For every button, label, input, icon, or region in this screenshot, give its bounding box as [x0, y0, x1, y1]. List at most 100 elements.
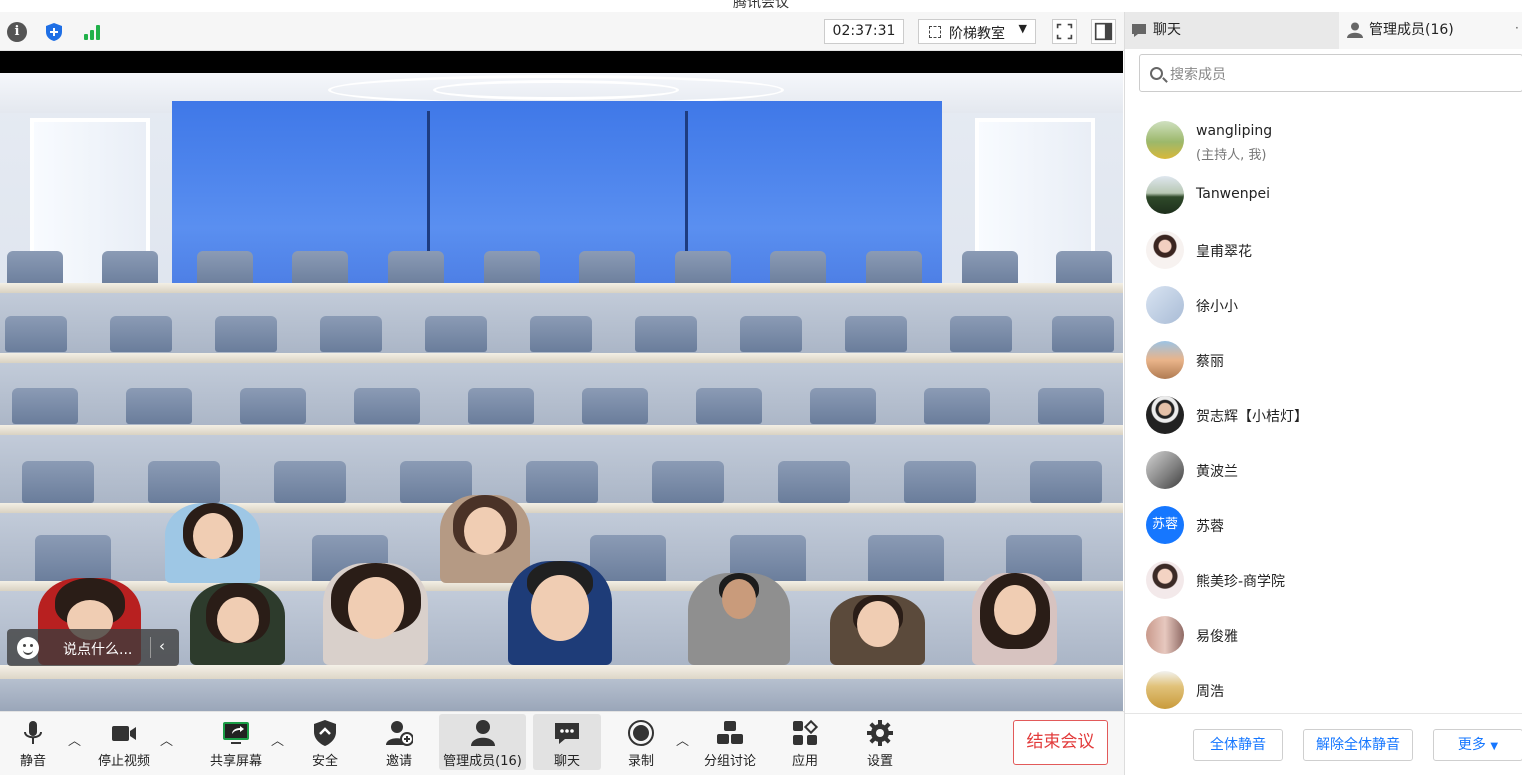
member-name: 贺志辉【小桔灯】	[1196, 409, 1308, 425]
collapse-chevron-icon[interactable]: ‹	[159, 637, 165, 655]
share-screen-icon	[223, 722, 249, 744]
record-icon	[628, 720, 654, 746]
tab-chat-label: 聊天	[1153, 22, 1181, 38]
member-item[interactable]: 皇甫翠花	[1125, 224, 1522, 279]
member-search-placeholder: 搜索成员	[1170, 67, 1226, 83]
caret-down-icon: ▼	[1490, 741, 1499, 752]
more-button[interactable]: 更多 ▼	[1433, 729, 1522, 761]
apps-label: 应用	[791, 754, 818, 769]
member-name: 蔡丽	[1196, 354, 1224, 370]
member-name: 苏蓉	[1196, 519, 1224, 535]
avatar	[1146, 286, 1184, 324]
record-label: 录制	[627, 754, 654, 769]
gear-icon	[867, 720, 893, 746]
top-toolbar: i 02:37:31 阶梯教室 ▼	[0, 12, 1124, 51]
member-item[interactable]: 周浩	[1125, 664, 1522, 719]
apps-icon	[793, 719, 819, 745]
participant-video	[830, 595, 925, 665]
unmute-all-button[interactable]: 解除全体静音	[1303, 729, 1413, 761]
stop-video-button[interactable]: 停止视频	[92, 714, 156, 770]
apps-button[interactable]: 应用	[780, 714, 830, 770]
search-icon	[1150, 67, 1163, 80]
panel-tabs: 聊天 管理成员(16) ·	[1125, 12, 1522, 49]
invite-button[interactable]: 邀请	[374, 714, 424, 770]
breakout-rooms-button[interactable]: 分组讨论	[698, 714, 762, 770]
participant-video	[688, 573, 790, 665]
member-item[interactable]: 徐小小	[1125, 279, 1522, 334]
avatar	[1146, 616, 1184, 654]
mute-button[interactable]: 静音	[8, 714, 58, 770]
member-item[interactable]: 熊美珍-商学院	[1125, 554, 1522, 609]
shield-icon	[314, 720, 336, 746]
end-meeting-button[interactable]: 结束会议	[1013, 720, 1108, 765]
avatar	[1146, 341, 1184, 379]
members-icon	[470, 720, 495, 746]
network-signal-icon[interactable]	[82, 22, 102, 42]
share-screen-button[interactable]: 共享屏幕	[204, 714, 268, 770]
member-name: wangliping	[1196, 123, 1273, 139]
scene-icon	[929, 26, 941, 38]
fullscreen-icon[interactable]	[1052, 19, 1077, 44]
scene-selector[interactable]: 阶梯教室 ▼	[918, 19, 1036, 44]
more-options-icon[interactable]: ·	[1515, 10, 1519, 47]
share-options-caret-icon[interactable]: ︿	[271, 730, 284, 749]
participant-video	[440, 495, 530, 583]
record-options-caret-icon[interactable]: ︿	[676, 730, 689, 749]
chevron-down-icon: ▼	[1018, 22, 1027, 35]
participant-video	[323, 563, 428, 665]
participant-video	[190, 583, 285, 665]
participant-video	[508, 561, 612, 665]
sidebar-toggle-icon[interactable]	[1091, 19, 1116, 44]
breakout-label: 分组讨论	[703, 754, 756, 769]
member-item[interactable]: 苏蓉 苏蓉	[1125, 499, 1522, 554]
quick-chat-input[interactable]: 说点什么... ‹	[7, 629, 179, 666]
breakout-grid-icon	[717, 721, 743, 744]
member-search-input[interactable]: 搜索成员	[1139, 54, 1522, 92]
member-name: 周浩	[1196, 684, 1224, 700]
share-screen-label: 共享屏幕	[209, 754, 262, 769]
avatar	[1146, 451, 1184, 489]
member-name: 熊美珍-商学院	[1196, 574, 1286, 590]
video-options-caret-icon[interactable]: ︿	[160, 730, 173, 749]
member-item[interactable]: 贺志辉【小桔灯】	[1125, 389, 1522, 444]
record-button[interactable]: 录制	[616, 714, 666, 770]
avatar	[1146, 396, 1184, 434]
invite-label: 邀请	[385, 754, 412, 769]
stop-video-label: 停止视频	[97, 754, 150, 769]
manage-members-button[interactable]: 管理成员(16)	[439, 714, 526, 770]
member-item[interactable]: 黄波兰	[1125, 444, 1522, 499]
video-camera-icon	[112, 726, 136, 741]
member-item[interactable]: 蔡丽	[1125, 334, 1522, 389]
virtual-lecture-hall-background	[0, 73, 1123, 711]
chat-button[interactable]: 聊天	[533, 714, 601, 770]
member-name: 徐小小	[1196, 299, 1238, 315]
settings-button[interactable]: 设置	[855, 714, 905, 770]
members-panel: 聊天 管理成员(16) · 搜索成员 wangliping (主持人, 我) T…	[1124, 12, 1522, 775]
avatar	[1146, 176, 1184, 214]
emoji-icon[interactable]	[17, 637, 39, 659]
chat-bubble-icon	[1132, 24, 1146, 37]
participant-video	[165, 503, 260, 583]
video-area: 说点什么... ‹	[0, 51, 1123, 711]
security-shield-icon[interactable]	[44, 22, 64, 42]
info-icon[interactable]: i	[7, 22, 27, 42]
security-button[interactable]: 安全	[300, 714, 350, 770]
quick-chat-placeholder: 说点什么...	[63, 642, 133, 658]
members-icon	[1347, 22, 1363, 38]
mute-all-button[interactable]: 全体静音	[1193, 729, 1283, 761]
tab-chat[interactable]: 聊天	[1125, 12, 1339, 49]
mute-options-caret-icon[interactable]: ︿	[68, 730, 81, 749]
meeting-timer: 02:37:31	[824, 19, 904, 44]
panel-footer: 全体静音 解除全体静音 更多 ▼	[1125, 713, 1522, 775]
meeting-window: 腾讯会议 i 02:37:31 阶梯教室 ▼ 说点什么... ‹ 静音 ︿ 停止…	[0, 0, 1522, 775]
member-item[interactable]: 易俊雅	[1125, 609, 1522, 664]
tab-members[interactable]: 管理成员(16) ·	[1339, 12, 1522, 49]
member-item[interactable]: Tanwenpei	[1125, 169, 1522, 224]
security-label: 安全	[311, 754, 338, 769]
avatar	[1146, 231, 1184, 269]
settings-label: 设置	[866, 754, 893, 769]
member-item[interactable]: wangliping (主持人, 我)	[1125, 114, 1522, 169]
chat-label: 聊天	[553, 754, 580, 769]
window-title: 腾讯会议	[733, 0, 789, 11]
member-name: 黄波兰	[1196, 464, 1238, 480]
